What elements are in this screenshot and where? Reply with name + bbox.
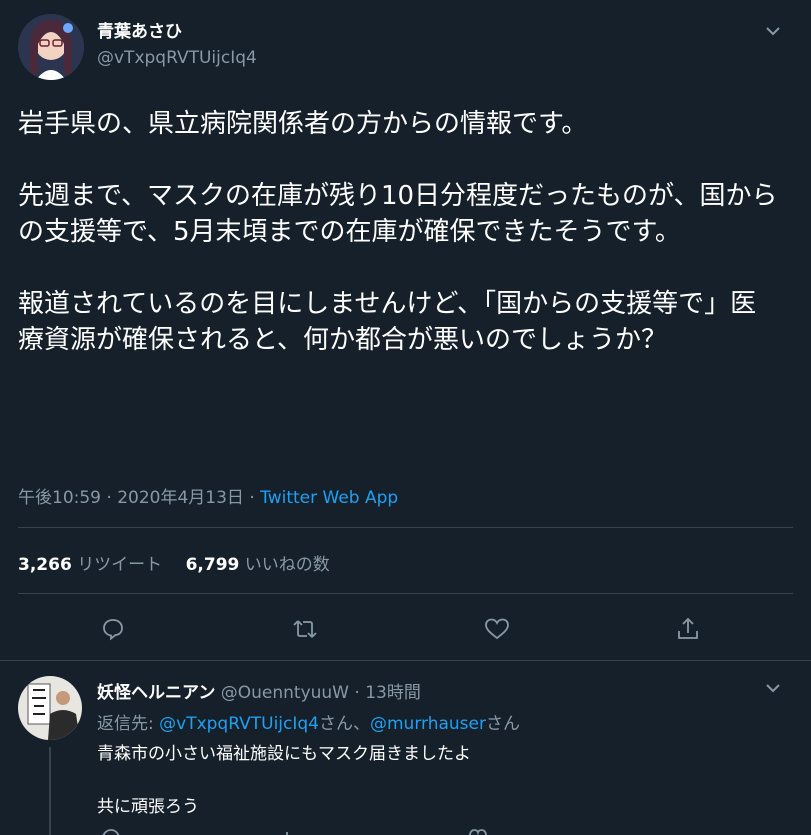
retweet-label: リツイート xyxy=(77,555,163,575)
reply-time[interactable]: · 13時間 xyxy=(354,683,420,703)
author-name[interactable]: 青葉あさひ xyxy=(97,17,182,42)
reply-action-reply-icon[interactable] xyxy=(101,828,121,835)
like-stat[interactable]: 6,799 いいねの数 xyxy=(186,555,330,575)
reply-author-avatar[interactable] xyxy=(18,676,82,740)
replying-to: 返信先: @vTxpqRVTUijcIq4さん、@murrhauserさん xyxy=(97,709,520,734)
divider xyxy=(18,593,793,594)
divider xyxy=(18,527,793,528)
reply-chevron-down-icon[interactable] xyxy=(764,681,782,695)
tweet-stats: 3,266 リツイート 6,799 いいねの数 xyxy=(18,550,330,575)
tweet-text: 岩手県の、県立病院関係者の方からの情報です。 先週まで、マスクの在庫が残り10日… xyxy=(18,109,778,355)
retweet-stat[interactable]: 3,266 リツイート xyxy=(18,555,168,575)
section-divider xyxy=(0,660,811,661)
reply-header: 妖怪ヘルニアン @OuenntyuuW · 13時間 xyxy=(97,678,421,703)
thread-line xyxy=(49,747,51,835)
reply-text-line-1: 青森市の小さい福祉施設にもマスク届きましたよ xyxy=(97,744,471,764)
reply-mention-2[interactable]: @murrhauser xyxy=(370,714,486,734)
tweet-meta: 午後10:59 · 2020年4月13日 · Twitter Web App xyxy=(18,483,398,508)
heart-icon[interactable] xyxy=(484,617,510,641)
user-avatar-photo-icon xyxy=(18,676,82,740)
reply-action-retweet-icon[interactable] xyxy=(283,828,303,835)
author-handle[interactable]: @vTxpqRVTUijcIq4 xyxy=(97,48,257,68)
tweet-source[interactable]: Twitter Web App xyxy=(260,488,398,508)
like-count: 6,799 xyxy=(185,555,240,575)
author-avatar[interactable] xyxy=(18,14,84,80)
tweet-timestamp[interactable]: 午後10:59 · 2020年4月13日 · xyxy=(18,488,260,508)
user-avatar-icon xyxy=(18,14,84,80)
chevron-down-icon[interactable] xyxy=(764,24,782,38)
reply-text-line-2: 共に頑張ろう xyxy=(97,797,199,817)
share-icon[interactable] xyxy=(676,616,700,642)
replying-to-prefix: 返信先: xyxy=(97,714,154,734)
like-label: いいねの数 xyxy=(244,555,330,575)
reply-action-heart-icon[interactable] xyxy=(468,828,488,835)
reply-sep-1: さん、 xyxy=(318,714,370,734)
reply-mention-1[interactable]: @vTxpqRVTUijcIq4 xyxy=(159,714,319,734)
reply-icon[interactable] xyxy=(101,617,125,641)
reply-author-name[interactable]: 妖怪ヘルニアン xyxy=(97,683,215,703)
reply-author-handle[interactable]: @OuenntyuuW xyxy=(221,683,349,703)
reply-sep-2: さん xyxy=(485,714,520,734)
retweet-count: 3,266 xyxy=(18,555,72,575)
retweet-icon[interactable] xyxy=(292,617,318,641)
